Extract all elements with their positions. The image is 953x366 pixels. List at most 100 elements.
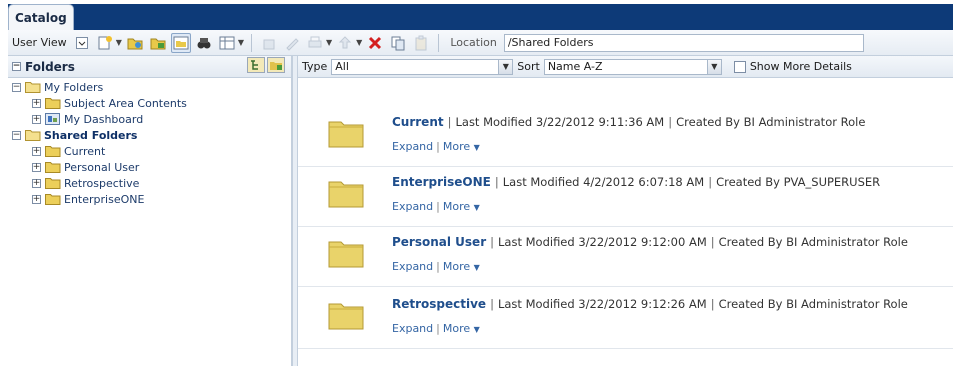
more-link[interactable]: More	[443, 260, 470, 273]
new-caret-icon[interactable]: ▼	[116, 38, 122, 47]
export-caret-icon[interactable]: ▼	[356, 38, 362, 47]
item-actions: Expand | More ▼	[392, 260, 480, 273]
expand-icon[interactable]: +	[32, 114, 41, 124]
folder-open-icon	[25, 82, 41, 93]
tab-catalog[interactable]: Catalog	[8, 4, 74, 32]
collapse-pane-icon[interactable]: −	[12, 62, 21, 71]
show-folders-icon[interactable]	[170, 32, 191, 53]
tree-view-icon[interactable]	[247, 57, 265, 76]
expand-icon[interactable]: +	[32, 98, 41, 108]
paste-icon[interactable]	[411, 33, 431, 53]
properties-icon[interactable]	[259, 33, 279, 53]
item-name-link[interactable]: Personal User	[392, 235, 486, 249]
tree-item-shared-folders[interactable]: − Shared Folders	[8, 127, 291, 143]
chevron-down-icon[interactable]: ▼	[474, 325, 480, 334]
tree-item-my-folders[interactable]: − My Folders	[8, 79, 291, 95]
item-actions: Expand | More ▼	[392, 322, 480, 335]
chevron-down-icon[interactable]: ▼	[498, 59, 513, 74]
chevron-down-icon[interactable]: ▼	[474, 143, 480, 152]
item-created-by: Created By BI Administrator Role	[676, 115, 866, 129]
tree-item-retrospective[interactable]: + Retrospective	[8, 175, 291, 191]
more-link[interactable]: More	[443, 322, 470, 335]
edit-pencil-icon[interactable]	[282, 33, 302, 53]
item-name-link[interactable]: Retrospective	[392, 297, 486, 311]
expand-link[interactable]: Expand	[392, 140, 433, 153]
view-caret-icon[interactable]: ▼	[238, 38, 244, 47]
type-select[interactable]: All ▼	[331, 58, 514, 75]
folders-title: Folders	[25, 59, 75, 74]
folder-icon[interactable]	[328, 118, 364, 148]
folder-icon[interactable]	[328, 300, 364, 330]
item-actions: Expand | More ▼	[392, 200, 480, 213]
item-modified: Last Modified 4/2/2012 6:07:18 AM	[502, 175, 705, 189]
item-modified: Last Modified 3/22/2012 9:12:26 AM	[497, 297, 707, 311]
delete-icon[interactable]	[365, 33, 385, 53]
tree-item-my-dashboard[interactable]: + My Dashboard	[8, 111, 291, 127]
tree-label: My Dashboard	[64, 112, 144, 126]
folder-view-icon[interactable]	[267, 57, 285, 76]
item-details: Personal User | Last Modified 3/22/2012 9:…	[392, 235, 908, 249]
export-icon[interactable]	[335, 33, 355, 53]
folder-icon[interactable]	[328, 178, 364, 208]
open-folder-icon[interactable]	[125, 33, 145, 53]
folder-icon	[45, 194, 61, 205]
item-modified: Last Modified 3/22/2012 9:12:00 AM	[498, 235, 707, 249]
item-name-link[interactable]: EnterpriseONE	[392, 175, 491, 189]
expand-icon[interactable]: +	[32, 194, 41, 204]
user-view-label: User View	[12, 36, 67, 49]
catalog-item: Personal User | Last Modified 3/22/2012 9:…	[298, 228, 953, 288]
folder-icon[interactable]	[328, 238, 364, 268]
folders-pane-header: − Folders	[8, 56, 291, 78]
user-view-dropdown[interactable]	[72, 33, 92, 53]
item-created-by: Created By BI Administrator Role	[718, 297, 908, 311]
expand-link[interactable]: Expand	[392, 260, 433, 273]
tree-item-subject-area-contents[interactable]: + Subject Area Contents	[8, 95, 291, 111]
expand-link[interactable]: Expand	[392, 200, 433, 213]
tree-item-enterpriseone[interactable]: + EnterpriseONE	[8, 191, 291, 207]
catalog-item: Current | Last Modified 3/22/2012 9:11:36 …	[298, 108, 953, 168]
item-modified: Last Modified 3/22/2012 9:11:36 AM	[455, 115, 665, 129]
more-link[interactable]: More	[443, 140, 470, 153]
new-icon[interactable]	[95, 33, 115, 53]
tree-label: Shared Folders	[44, 128, 138, 142]
location-input[interactable]	[503, 33, 864, 52]
toolbar-divider	[438, 33, 440, 52]
collapse-icon[interactable]: −	[12, 82, 21, 92]
sort-select[interactable]: Name A-Z ▼	[543, 58, 722, 75]
item-details: Retrospective | Last Modified 3/22/2012 9:…	[392, 297, 908, 311]
chevron-down-icon[interactable]: ▼	[474, 263, 480, 272]
item-actions: Expand | More ▼	[392, 140, 480, 153]
dropdown-icon	[75, 36, 88, 49]
more-link[interactable]: More	[443, 200, 470, 213]
tree-item-personal-user[interactable]: + Personal User	[8, 159, 291, 175]
tree-label: Subject Area Contents	[64, 96, 187, 110]
tree-label: My Folders	[44, 80, 104, 94]
show-more-details-label: Show More Details	[749, 60, 852, 73]
catalog-item: EnterpriseONE | Last Modified 4/2/2012 6:0…	[298, 168, 953, 228]
expand-icon[interactable]: +	[32, 146, 41, 156]
collapse-icon[interactable]: −	[12, 130, 21, 140]
chevron-down-icon[interactable]: ▼	[474, 203, 480, 212]
item-created-by: Created By PVA_SUPERUSER	[716, 175, 881, 189]
search-binoculars-icon[interactable]	[194, 33, 214, 53]
tree-item-current[interactable]: + Current	[8, 143, 291, 159]
filter-bar: Type All ▼ Sort Name A-Z ▼ Show More Det…	[298, 56, 953, 78]
expand-link[interactable]: Expand	[392, 322, 433, 335]
folder-icon[interactable]	[148, 33, 168, 53]
title-bar: Catalog	[8, 4, 953, 32]
item-details: Current | Last Modified 3/22/2012 9:11:36 …	[392, 115, 866, 129]
folder-tree: − My Folders + Subject Area Contents + M…	[8, 78, 291, 207]
expand-icon[interactable]: +	[32, 162, 41, 172]
view-grid-icon[interactable]	[217, 33, 237, 53]
print-icon[interactable]	[305, 33, 325, 53]
folder-icon	[45, 178, 61, 189]
show-more-details-checkbox[interactable]	[733, 60, 746, 73]
expand-icon[interactable]: +	[32, 178, 41, 188]
toolbar: User View ▼ ▼ ▼ ▼ Location	[8, 30, 953, 56]
divider	[298, 348, 953, 349]
item-name-link[interactable]: Current	[392, 115, 444, 129]
item-created-by: Created By BI Administrator Role	[718, 235, 908, 249]
copy-icon[interactable]	[388, 33, 408, 53]
print-caret-icon[interactable]: ▼	[326, 38, 332, 47]
chevron-down-icon[interactable]: ▼	[706, 59, 721, 74]
